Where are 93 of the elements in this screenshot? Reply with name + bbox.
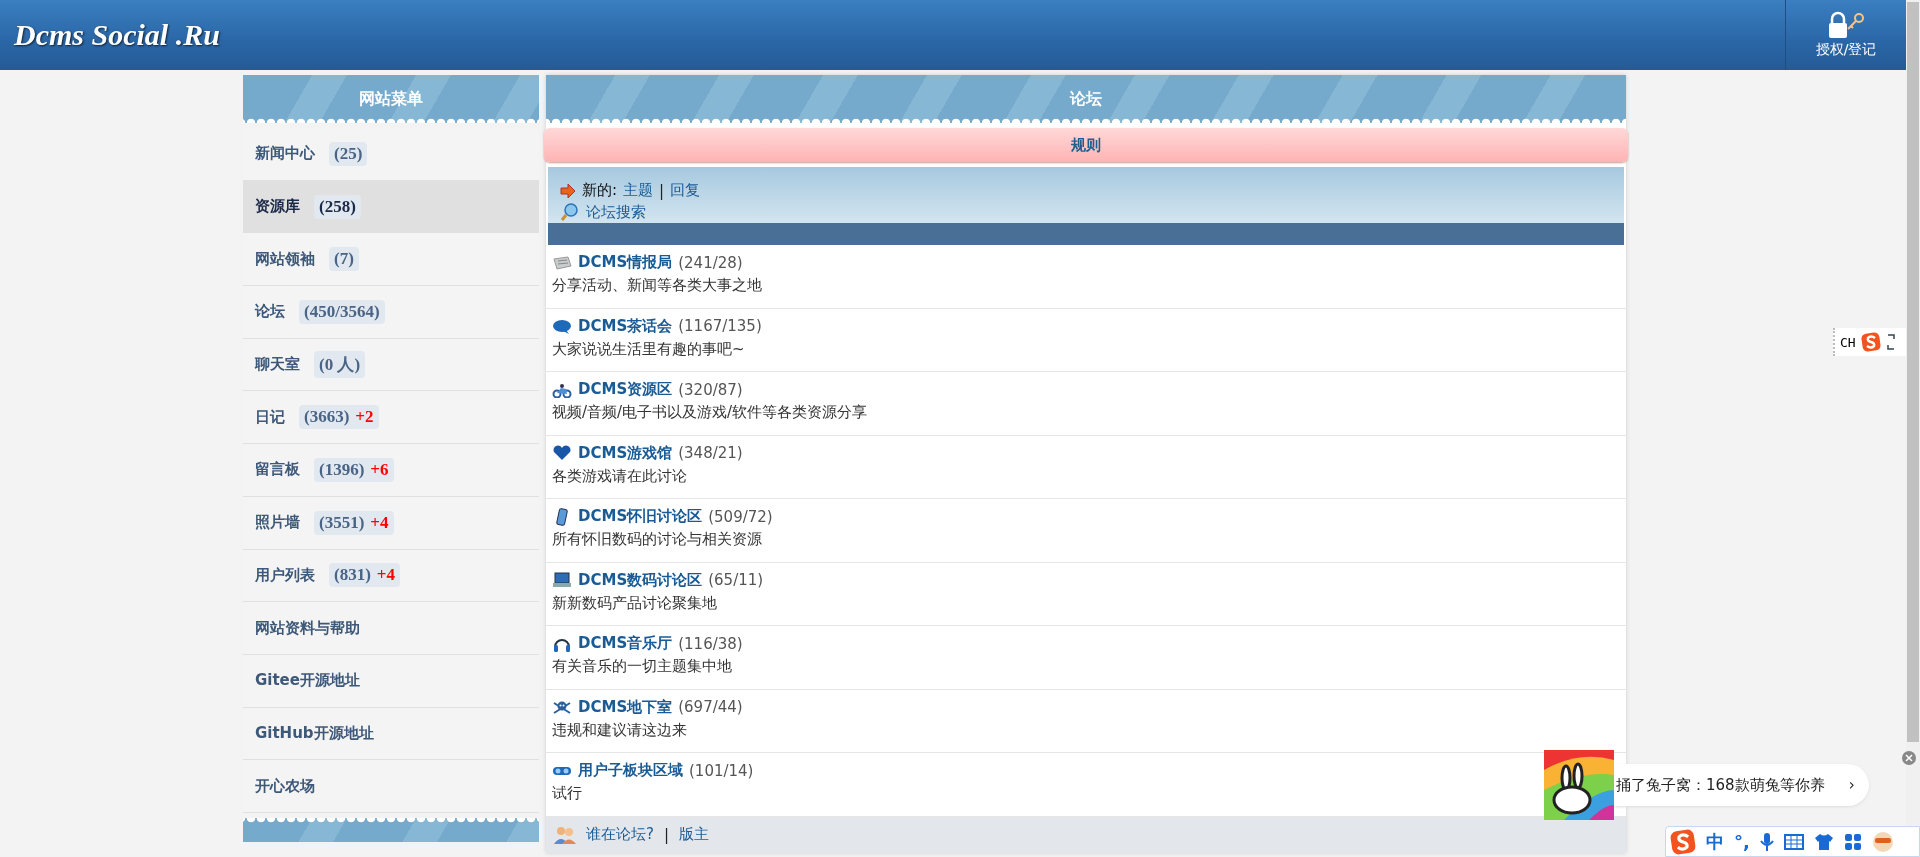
sidebar-title: 网站菜单 — [243, 75, 539, 123]
board-description: 有关音乐的一切主题集中地 — [552, 657, 733, 676]
forum-search-link[interactable]: 论坛搜索 — [586, 202, 646, 222]
board-count: (1167/135) — [678, 317, 762, 335]
board-count: (101/14) — [689, 761, 754, 780]
forum-title: 论坛 — [546, 75, 1626, 123]
rules-button[interactable]: 规则 — [544, 128, 1628, 162]
new-count: +4 — [376, 565, 395, 586]
close-icon[interactable] — [1902, 751, 1916, 765]
count-text: (3663) — [304, 407, 350, 428]
board-description: 分享活动、新闻等各类大事之地 — [552, 276, 763, 295]
board-description: 各类游戏请在此讨论 — [552, 466, 688, 486]
board-link[interactable]: DCMS怀旧讨论区 — [578, 507, 703, 526]
board-link[interactable]: DCMS地下室 — [578, 697, 673, 717]
count-text: (450/3564) — [304, 301, 380, 322]
menu-label: 新闻中心 — [255, 144, 315, 164]
board-count: (348/21) — [678, 444, 743, 462]
board-description: 违规和建议请这边来 — [552, 720, 688, 740]
count-text: (7) — [334, 249, 354, 270]
board-link[interactable]: 用户子板块区域 — [578, 761, 683, 780]
ad-text: 捅了兔子窝：168款萌兔等你养 — [1616, 775, 1825, 795]
board-link[interactable]: DCMS游戏馆 — [578, 443, 673, 463]
apps-icon[interactable] — [1843, 832, 1862, 851]
menu-label: GitHub开源地址 — [255, 723, 374, 743]
count-text: (258) — [319, 196, 356, 217]
board-count: (116/38) — [678, 634, 743, 653]
keyboard-icon[interactable] — [1783, 833, 1804, 850]
board-description: 大家说说生活里有趣的事吧~ — [552, 339, 746, 359]
menu-item[interactable]: 资源库 (258) — [243, 180, 539, 234]
menu-label: 论坛 — [255, 302, 285, 322]
board-link[interactable]: DCMS茶话会 — [578, 316, 673, 336]
moderators-link[interactable]: 版主 — [679, 825, 710, 844]
site-logo[interactable]: Dcms Social .Ru — [0, 18, 1785, 52]
menu-label: Gitee开源地址 — [255, 671, 360, 691]
newspaper-icon — [552, 254, 572, 271]
ime-indicator[interactable]: CH — [1833, 328, 1906, 356]
board-count: (65/11) — [708, 571, 764, 589]
menu-label: 网站资料与帮助 — [255, 618, 360, 638]
microphone-icon[interactable] — [1759, 831, 1774, 852]
ad-banner[interactable]: 捅了兔子窝：168款萌兔等你养 › — [1614, 764, 1869, 806]
count-text: (25) — [334, 143, 363, 164]
board-link[interactable]: DCMS数码讨论区 — [578, 570, 703, 590]
board-description: 新新数码产品讨论聚集地 — [552, 593, 718, 613]
heart-icon — [552, 445, 572, 461]
expand-icon[interactable] — [1885, 333, 1896, 351]
motorbike-icon — [552, 381, 572, 398]
input-method-icon[interactable] — [1860, 332, 1881, 352]
board-link[interactable]: DCMS音乐厅 — [578, 634, 673, 653]
count-text: (1396) — [319, 459, 365, 480]
separator: | — [663, 825, 670, 844]
menu-label: 日记 — [255, 407, 285, 427]
who-online-link[interactable]: 谁在论坛? — [586, 825, 654, 844]
board-description: 视频/音频/电子书以及游戏/软件等各类资源分享 — [552, 403, 869, 422]
input-method-logo-icon[interactable] — [1670, 828, 1696, 855]
count-text: (831) — [334, 565, 371, 586]
speech-bubble-icon — [552, 318, 572, 334]
board-count: (320/87) — [678, 380, 743, 399]
menu-label: 留言板 — [255, 460, 300, 480]
board-count: (509/72) — [708, 507, 773, 526]
menu-label: 聊天室 — [255, 355, 300, 375]
count-text: (0 人) — [319, 354, 361, 377]
board-link[interactable]: DCMS情报局 — [578, 253, 673, 272]
board-description: 试行 — [552, 784, 583, 803]
new-count: +6 — [370, 459, 389, 480]
laptop-icon — [552, 572, 572, 588]
board-count: (697/44) — [678, 698, 743, 716]
new-count: +4 — [370, 512, 389, 533]
news-label: 新的: — [582, 181, 618, 200]
news-link[interactable]: 主题 — [623, 181, 654, 200]
count-text: (3551) — [319, 512, 365, 533]
input-mode[interactable]: 中 — [1706, 829, 1724, 854]
board-count: (241/28) — [678, 253, 743, 272]
new-count: +2 — [355, 407, 374, 428]
shirt-icon[interactable] — [1813, 832, 1834, 851]
skull-icon — [552, 699, 572, 715]
menu-label: 资源库 — [255, 197, 300, 217]
menu-label: 用户列表 — [255, 565, 315, 585]
punctuation-mode[interactable]: °, — [1734, 831, 1750, 852]
language-indicator: CH — [1840, 334, 1856, 350]
board-link[interactable]: DCMS资源区 — [578, 380, 673, 399]
chevron-icon: › — [1848, 776, 1855, 794]
avatar-icon[interactable] — [1871, 830, 1894, 853]
separator: | — [659, 181, 665, 200]
menu-label: 网站领袖 — [255, 249, 315, 269]
search-icon — [560, 202, 580, 222]
users-icon — [554, 825, 576, 844]
menu-label: 照片墙 — [255, 513, 300, 533]
news-link[interactable]: 回复 — [670, 181, 701, 200]
arrow-icon — [560, 183, 576, 198]
board-description: 所有怀旧数码的讨论与相关资源 — [552, 530, 763, 549]
lock-key-icon — [1827, 11, 1865, 39]
menu-label: 开心农场 — [255, 776, 315, 796]
scrollbar-thumb[interactable] — [1907, 2, 1919, 742]
